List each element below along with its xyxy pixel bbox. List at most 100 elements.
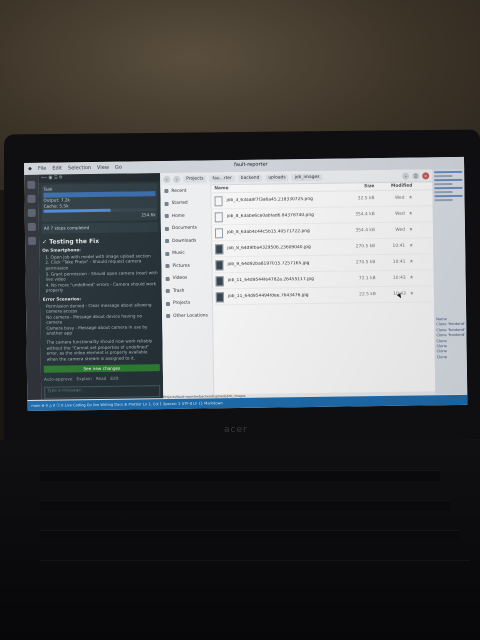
right-panel: Name Clone 'frontend' Clone 'frontend' Clon… xyxy=(432,168,468,395)
sidebar-item-other-locations[interactable]: Other Locations xyxy=(162,309,212,322)
picture-icon xyxy=(165,264,170,269)
star-icon[interactable]: ★ xyxy=(405,228,417,233)
image-thumbnail-icon xyxy=(214,227,224,238)
breadcrumb-project[interactable]: fau...rter xyxy=(209,174,235,182)
minimap-line xyxy=(434,178,463,182)
window-title: fault-reporter xyxy=(234,161,268,169)
sidebar-item-projects[interactable]: Projects xyxy=(162,297,212,310)
notification-item[interactable]: Clone xyxy=(437,355,466,361)
search-icon[interactable] xyxy=(27,194,36,203)
star-icon[interactable]: ★ xyxy=(406,276,418,281)
image-thumbnail-icon xyxy=(214,211,223,222)
sidebar-item-trash[interactable]: Trash xyxy=(162,284,212,297)
star-icon[interactable]: ★ xyxy=(405,244,417,249)
image-thumbnail-icon xyxy=(215,243,224,254)
explorer-icon[interactable] xyxy=(27,180,36,189)
file-name: job_8_63ab4c44c5b15.40571722.png xyxy=(226,229,310,236)
sidebar-item-recent[interactable]: Recent xyxy=(160,184,210,197)
file-modified: 10:41 xyxy=(392,259,406,265)
file-modified: Wed xyxy=(395,227,406,233)
file-size: 22.5 kB xyxy=(359,292,376,298)
file-size: 354.4 kB xyxy=(355,228,376,234)
column-modified[interactable]: Modified xyxy=(374,183,412,189)
video-icon xyxy=(165,276,170,281)
sidebar-item-videos[interactable]: Videos xyxy=(162,272,212,285)
star-icon[interactable]: ★ xyxy=(405,212,417,217)
file-modified: Wed xyxy=(394,195,405,201)
breadcrumb-uploads[interactable]: uploads xyxy=(265,173,289,182)
file-name: job_9_64d92ba8197015.7257165.jpg xyxy=(227,261,310,268)
download-icon xyxy=(165,239,170,244)
app-icon[interactable]: ◆ xyxy=(28,166,32,172)
sidebar-item-pictures[interactable]: Pictures xyxy=(161,259,211,272)
music-icon xyxy=(165,251,170,256)
sidebar-item-home[interactable]: Home xyxy=(161,209,211,222)
file-size: 270.5 kB xyxy=(355,244,376,250)
steps-completed[interactable]: All 7 steps completed xyxy=(41,222,158,234)
menu-edit[interactable]: Edit xyxy=(52,165,62,171)
file-size: 72.1 kB xyxy=(358,276,376,282)
laptop-brand-logo: acer xyxy=(224,425,248,435)
file-modified: 10:43 xyxy=(392,275,406,281)
image-thumbnail-icon xyxy=(215,291,224,302)
file-size: 270.5 kB xyxy=(355,260,376,266)
sidebar-item-documents[interactable]: Documents xyxy=(161,222,211,235)
sidebar-item-music[interactable]: Music xyxy=(161,247,211,260)
progress-value: 254.6k xyxy=(141,212,156,218)
breadcrumb-job-images[interactable]: job_images xyxy=(291,173,323,181)
star-icon[interactable]: ★ xyxy=(405,260,417,265)
file-rows: job_3_63aa8f7f3a6a45.218330725.png 32.5 k… xyxy=(210,190,434,306)
sidebar-item-starred[interactable]: Starred xyxy=(160,197,210,210)
file-modified: 10:41 xyxy=(392,243,406,249)
keyboard-row xyxy=(40,560,470,571)
sidebar-item-downloads[interactable]: Downloads xyxy=(161,234,211,247)
see-new-changes-button[interactable]: See new changes xyxy=(43,364,160,374)
file-manager-window: ‹ › Projects fau...rter backend uploads … xyxy=(160,169,436,397)
star-icon[interactable]: ★ xyxy=(406,292,418,297)
back-icon[interactable]: ‹ xyxy=(163,175,171,183)
star-icon[interactable]: ★ xyxy=(404,196,416,201)
menu-selection[interactable]: Selection xyxy=(68,165,91,171)
file-name: job_3_63aa8f7f3a6a45.218330725.png xyxy=(226,196,313,204)
column-name[interactable]: Name xyxy=(210,184,344,191)
search-icon[interactable]: ⌕ xyxy=(402,172,410,180)
view-menu-icon[interactable]: ☰ xyxy=(412,171,420,180)
document-icon xyxy=(164,226,169,231)
minimap-line xyxy=(434,194,463,198)
panel-header: ⟵ ▣ ☰ ⚙ xyxy=(38,173,161,183)
file-name: job_11_64d9544fe4782a.26455117.jpg xyxy=(227,276,314,284)
star-icon xyxy=(164,201,169,206)
extensions-icon[interactable] xyxy=(27,222,36,231)
menu-file[interactable]: File xyxy=(38,166,46,172)
minimap-line xyxy=(434,183,453,186)
section-title: ✓ Testing the Fix xyxy=(42,237,100,246)
file-modified: Wed xyxy=(395,211,405,217)
chat-icon[interactable] xyxy=(28,236,37,245)
clock-icon xyxy=(164,189,169,194)
breadcrumb-projects[interactable]: Projects xyxy=(183,174,207,183)
message-input[interactable]: Type a message... xyxy=(44,385,161,399)
minimap-line xyxy=(434,186,463,190)
forward-icon[interactable]: › xyxy=(173,175,181,183)
menu-go[interactable]: Go xyxy=(115,165,122,171)
auto-approve-toggle[interactable]: Auto-approve xyxy=(44,377,73,383)
notification-item[interactable]: Clone 'frontend' xyxy=(436,333,465,339)
menu-view[interactable]: View xyxy=(97,165,109,171)
file-name: job_11_64d954494fdee.7643476.jpg xyxy=(227,293,309,300)
source-control-icon[interactable] xyxy=(27,208,36,217)
column-size[interactable]: Size xyxy=(344,184,374,189)
file-size: 354.4 kB xyxy=(355,212,375,218)
explain-option[interactable]: Explain xyxy=(76,377,91,383)
laptop-screen: ◆ File Edit Selection View Go fault-repo… xyxy=(24,156,468,411)
edit-option[interactable]: Edit xyxy=(110,376,118,382)
file-name: job_8_63abe6ce0abfad6.84378740.png xyxy=(226,212,314,220)
breadcrumb-backend[interactable]: backend xyxy=(237,174,263,182)
plus-icon xyxy=(166,314,171,319)
home-icon xyxy=(164,214,169,219)
read-option[interactable]: Read xyxy=(96,376,107,382)
image-thumbnail-icon xyxy=(215,259,224,270)
file-list: Name Size Modified job_3_63aa8f7f3a6a45.… xyxy=(210,181,435,395)
close-icon[interactable]: × xyxy=(422,171,430,179)
minimap-line xyxy=(434,199,453,202)
error-item: Camera busy - Message about camera in us… xyxy=(46,324,148,337)
